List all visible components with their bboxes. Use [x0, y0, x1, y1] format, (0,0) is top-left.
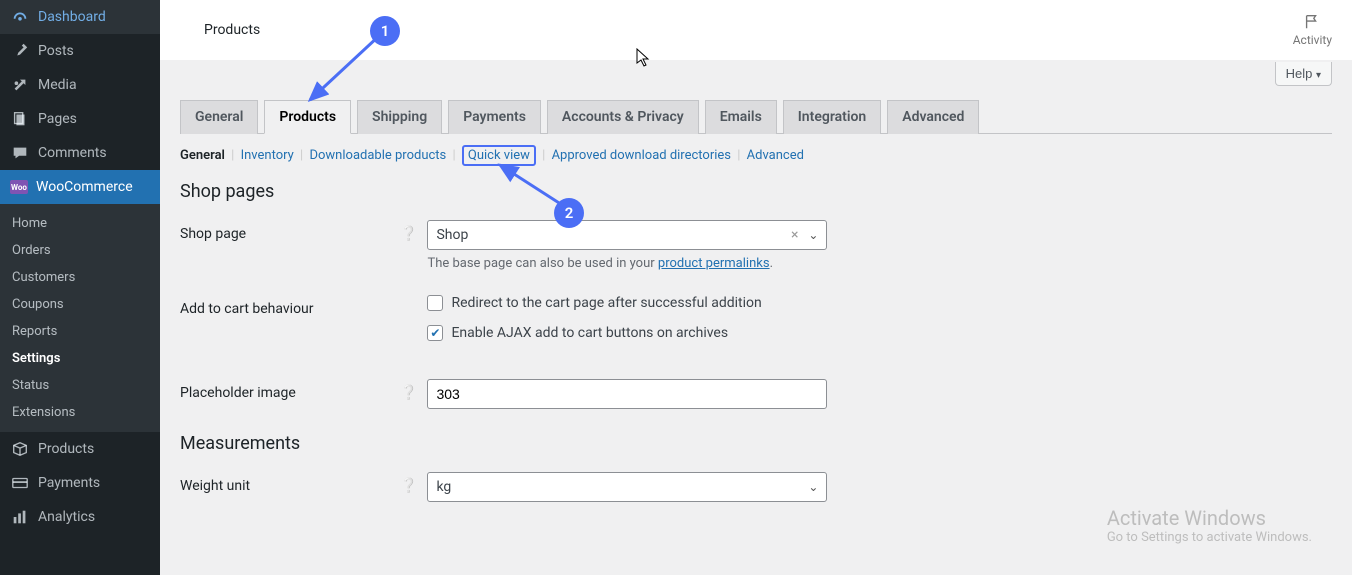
woo-submenu-settings[interactable]: Settings: [0, 345, 160, 372]
media-icon: [10, 76, 30, 94]
topbar: Products Activity: [160, 0, 1352, 60]
placeholder-input[interactable]: [427, 379, 827, 409]
ajax-checkbox-label: Enable AJAX add to cart buttons on archi…: [451, 325, 728, 341]
woo-submenu-extensions[interactable]: Extensions: [0, 399, 160, 426]
sidebar-item-dashboard[interactable]: Dashboard: [0, 0, 160, 34]
woo-submenu-status[interactable]: Status: [0, 372, 160, 399]
sidebar-item-label: Comments: [38, 145, 107, 161]
sidebar-item-label: Posts: [38, 43, 74, 59]
tab-accounts-privacy[interactable]: Accounts & Privacy: [547, 100, 699, 134]
sidebar-item-woocommerce[interactable]: Woo WooCommerce: [0, 170, 160, 204]
woo-submenu-home[interactable]: Home: [0, 210, 160, 237]
shop-page-description: The base page can also be used in your p…: [427, 256, 827, 271]
sidebar-item-label: Payments: [38, 475, 100, 491]
woo-submenu: Home Orders Customers Coupons Reports Se…: [0, 204, 160, 432]
sidebar-item-label: Dashboard: [38, 9, 106, 25]
add-to-cart-label: Add to cart behaviour: [180, 295, 400, 317]
help-tip-icon[interactable]: ❔: [400, 472, 417, 494]
ajax-checkbox[interactable]: [427, 325, 443, 341]
row-add-to-cart: Add to cart behaviour ❔ Redirect to the …: [180, 295, 1332, 355]
sub-tabs: General | Inventory | Downloadable produ…: [180, 148, 1332, 163]
activity-button[interactable]: Activity: [1293, 13, 1332, 47]
woo-submenu-coupons[interactable]: Coupons: [0, 291, 160, 318]
admin-sidebar: Dashboard Posts Media Pages Comments Woo…: [0, 0, 160, 575]
subtab-inventory[interactable]: Inventory: [241, 148, 294, 163]
subtab-advanced[interactable]: Advanced: [747, 148, 804, 163]
section-shop-pages: Shop pages: [180, 181, 1332, 202]
row-shop-page: Shop page ❔ Shop × ⌄ The base page can a…: [180, 220, 1332, 271]
tab-emails[interactable]: Emails: [705, 100, 777, 134]
clear-icon[interactable]: ×: [791, 227, 798, 243]
tab-shipping[interactable]: Shipping: [357, 100, 442, 134]
subtab-approved-dirs[interactable]: Approved download directories: [552, 148, 731, 163]
subtab-quick-view[interactable]: Quick view: [462, 145, 536, 166]
woo-submenu-customers[interactable]: Customers: [0, 264, 160, 291]
chart-icon: [10, 508, 30, 526]
redirect-checkbox-label: Redirect to the cart page after successf…: [451, 295, 761, 311]
sidebar-item-products[interactable]: Products: [0, 432, 160, 466]
sidebar-item-posts[interactable]: Posts: [0, 34, 160, 68]
sidebar-item-label: WooCommerce: [36, 179, 133, 195]
permalinks-link[interactable]: product permalinks: [658, 256, 770, 271]
help-tip-icon[interactable]: ❔: [400, 379, 417, 401]
chevron-down-icon: ⌄: [808, 480, 818, 494]
redirect-checkbox-row: Redirect to the cart page after successf…: [427, 295, 761, 311]
row-placeholder: Placeholder image ❔: [180, 379, 1332, 409]
woo-submenu-orders[interactable]: Orders: [0, 237, 160, 264]
sidebar-item-analytics[interactable]: Analytics: [0, 500, 160, 534]
sidebar-item-pages[interactable]: Pages: [0, 102, 160, 136]
section-measurements: Measurements: [180, 433, 1332, 454]
tab-payments[interactable]: Payments: [448, 100, 541, 134]
page-title: Products: [204, 22, 260, 38]
weight-unit-value: kg: [436, 479, 451, 495]
weight-unit-select[interactable]: kg ⌄: [427, 472, 827, 502]
row-weight-unit: Weight unit ❔ kg ⌄: [180, 472, 1332, 502]
subtab-general[interactable]: General: [180, 148, 225, 163]
sidebar-item-media[interactable]: Media: [0, 68, 160, 102]
sidebar-item-label: Pages: [38, 111, 77, 127]
help-toggle[interactable]: Help: [1275, 62, 1332, 86]
sidebar-item-label: Analytics: [38, 509, 95, 525]
placeholder-label: Placeholder image: [180, 379, 400, 401]
tab-products[interactable]: Products: [264, 100, 351, 134]
shop-page-value: Shop: [436, 227, 468, 243]
box-icon: [10, 440, 30, 458]
flag-icon: [1302, 13, 1322, 31]
tab-general[interactable]: General: [180, 100, 258, 134]
ajax-checkbox-row: Enable AJAX add to cart buttons on archi…: [427, 325, 761, 341]
comment-icon: [10, 144, 30, 162]
woo-icon: Woo: [10, 180, 28, 194]
card-icon: [10, 474, 30, 492]
tab-advanced[interactable]: Advanced: [887, 100, 979, 134]
chevron-down-icon: ⌄: [808, 228, 818, 242]
shop-page-select[interactable]: Shop × ⌄: [427, 220, 827, 250]
help-tip-icon[interactable]: ❔: [400, 220, 417, 242]
woo-submenu-reports[interactable]: Reports: [0, 318, 160, 345]
dashboard-icon: [10, 8, 30, 26]
activity-label: Activity: [1293, 33, 1332, 47]
shop-page-label: Shop page: [180, 220, 400, 242]
sidebar-item-payments[interactable]: Payments: [0, 466, 160, 500]
tab-integration[interactable]: Integration: [783, 100, 881, 134]
subtab-downloadable[interactable]: Downloadable products: [309, 148, 446, 163]
main-area: Products Activity Help General Products …: [160, 0, 1352, 575]
sidebar-item-label: Products: [38, 441, 94, 457]
content-area: Help General Products Shipping Payments …: [160, 60, 1352, 502]
pin-icon: [10, 42, 30, 60]
sidebar-item-comments[interactable]: Comments: [0, 136, 160, 170]
weight-label: Weight unit: [180, 472, 400, 494]
sidebar-item-label: Media: [38, 77, 77, 93]
page-icon: [10, 110, 30, 128]
settings-tabs: General Products Shipping Payments Accou…: [180, 100, 1332, 134]
redirect-checkbox[interactable]: [427, 295, 443, 311]
